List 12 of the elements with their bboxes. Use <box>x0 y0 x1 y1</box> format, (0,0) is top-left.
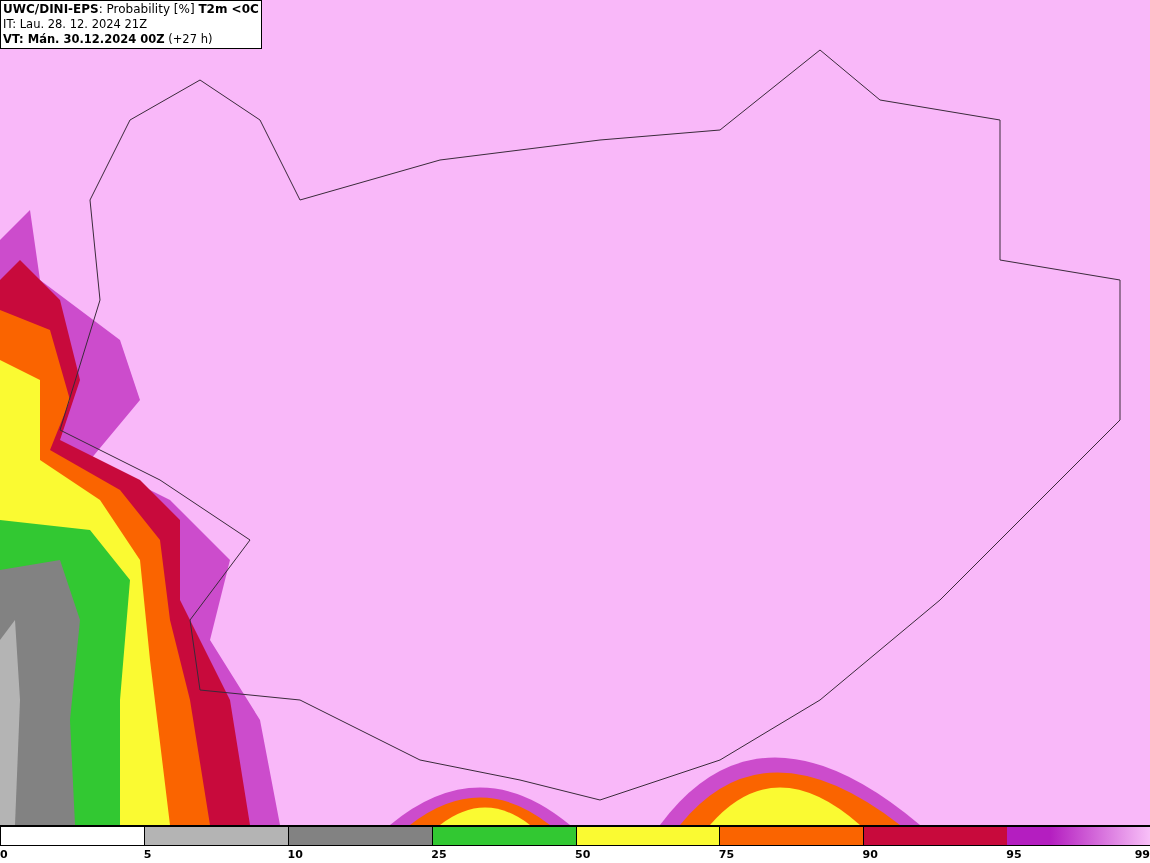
legend-label: 25 <box>431 847 447 863</box>
legend-label: 90 <box>862 847 878 863</box>
legend-label: 10 <box>287 847 303 863</box>
valid-time: VT: Mán. 30.12.2024 00Z (+27 h) <box>3 32 214 47</box>
map-title: UWC/DINI-EPS: Probability [%] T2m <0C <box>3 2 259 17</box>
legend-label: 75 <box>718 847 735 863</box>
legend-label: 50 <box>575 847 591 863</box>
legend-label: 99 <box>1134 847 1150 863</box>
legend-label: 0 <box>0 847 8 863</box>
legend-label: 5 <box>143 847 152 863</box>
issue-time: IT: Lau. 28. 12. 2024 21Z <box>3 17 149 32</box>
legend-label: 95 <box>1006 847 1022 863</box>
